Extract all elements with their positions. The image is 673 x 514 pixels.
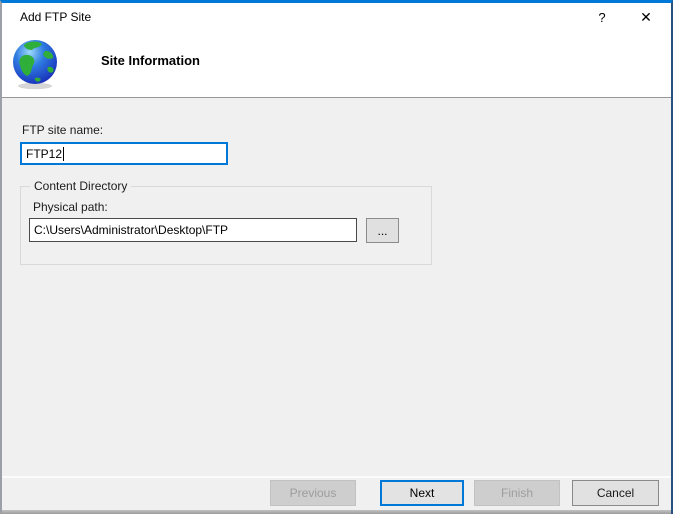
ftp-site-name-input[interactable]: FTP12	[20, 142, 228, 165]
globe-icon	[13, 40, 57, 90]
help-icon: ?	[598, 9, 606, 25]
close-icon: ✕	[640, 8, 652, 25]
title-bar: Add FTP Site ? ✕	[2, 3, 671, 31]
help-button[interactable]: ?	[585, 3, 619, 31]
browse-button[interactable]: ...	[366, 218, 399, 243]
ftp-site-name-value: FTP12	[26, 146, 63, 161]
previous-button[interactable]: Previous	[270, 480, 356, 506]
window-title: Add FTP Site	[20, 10, 92, 24]
wizard-banner: Site Information	[2, 31, 671, 98]
ftp-site-name-label: FTP site name:	[22, 123, 104, 137]
window-bottom-edge	[2, 510, 671, 514]
add-ftp-site-dialog: Add FTP Site ? ✕ Site Information FTP si…	[0, 0, 673, 514]
physical-path-input[interactable]: C:\Users\Administrator\Desktop\FTP	[29, 218, 357, 242]
content-directory-group: Content Directory Physical path: C:\User…	[20, 179, 432, 265]
next-button[interactable]: Next	[380, 480, 464, 506]
text-caret	[63, 146, 65, 161]
page-title: Site Information	[101, 53, 200, 68]
content-directory-group-label: Content Directory	[30, 179, 132, 193]
finish-button[interactable]: Finish	[474, 480, 560, 506]
close-button[interactable]: ✕	[629, 3, 663, 31]
button-bar: Previous Next Finish Cancel	[2, 478, 671, 510]
dialog-content: FTP site name: FTP12 Content Directory P…	[2, 99, 671, 476]
physical-path-value: C:\Users\Administrator\Desktop\FTP	[34, 223, 229, 237]
physical-path-label: Physical path:	[33, 200, 108, 214]
cancel-button[interactable]: Cancel	[572, 480, 659, 506]
